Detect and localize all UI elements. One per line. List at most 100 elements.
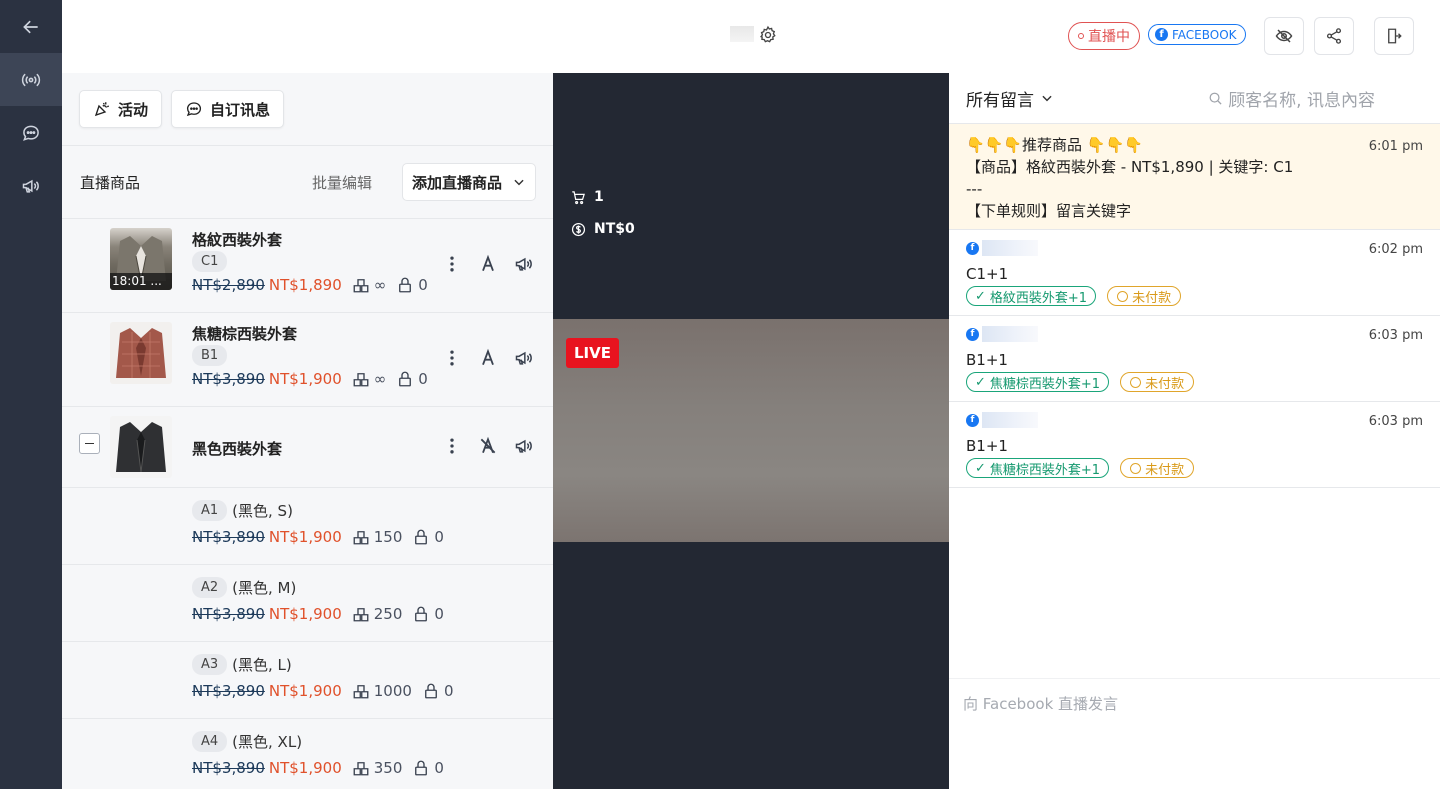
order-product-tag[interactable]: ✓ 格紋西裝外套+1 [966,286,1097,306]
product-price-line: NT$3,890 NT$1,900 ∞ 0 [192,370,428,388]
megaphone-icon[interactable] [514,436,534,456]
variant-row[interactable]: A1 (黑色, S) NT$3,890 NT$1,900 150 0 [62,488,553,565]
product-name: 焦糖棕西裝外套 [192,325,298,343]
text-font-off-icon[interactable] [478,436,498,456]
hide-button[interactable] [1264,17,1304,55]
search-icon [1209,92,1222,105]
pending-circle-icon [1130,376,1142,388]
author-name-redacted [982,240,1038,256]
order-product-tag[interactable]: ✓ 焦糖棕西裝外套+1 [966,372,1110,392]
order-product-label: 焦糖棕西裝外套+1 [989,376,1101,392]
variant-price-line: NT$3,890 NT$1,900 250 0 [192,605,444,623]
composer-placeholder: 向 Facebook 直播发言 [963,695,1119,713]
rail-chat-tab[interactable] [0,106,62,159]
more-vertical-icon[interactable] [442,436,462,456]
comment-time: 6:03 pm [1368,414,1423,429]
comment-filter-dropdown[interactable]: 所有留言 [966,86,1208,111]
comment-time: 6:03 pm [1368,328,1423,343]
add-product-label: 添加直播商品 [411,173,502,192]
live-status-label: 直播中 [1088,29,1130,45]
payment-status-tag[interactable]: 未付款 [1107,286,1182,306]
rail-broadcast-tab[interactable] [0,159,62,212]
activity-button[interactable]: 活动 [79,90,163,128]
lock-icon [415,606,428,622]
add-product-button[interactable]: 添加直播商品 [401,163,536,201]
sale-price: NT$1,900 [268,682,342,700]
exit-door-icon [1388,28,1402,44]
rail-live-tab[interactable] [0,53,62,106]
sale-price: NT$1,900 [268,528,342,546]
variant-row[interactable]: A3 (黑色, L) NT$3,890 NT$1,900 1000 0 [62,642,553,719]
comment-search-input[interactable]: 顾客名称, 讯息內容 [1208,86,1375,111]
product-name: 格紋西裝外套 [192,231,283,249]
bulk-edit-link[interactable]: 批量编辑 [312,172,372,193]
comment-item[interactable]: 6:02 pm f C1+1 ✓ 格紋西裝外套+1 未付款 [949,230,1440,316]
stock-count: ∞ [373,370,387,388]
stock-count: 150 [373,528,403,546]
variant-row[interactable]: A4 (黑色, XL) NT$3,890 NT$1,900 350 0 [62,719,553,789]
custom-message-button[interactable]: 自订讯息 [171,90,285,128]
exit-button[interactable] [1374,17,1414,55]
stream-title-redacted [730,26,754,42]
minus-icon [85,442,94,445]
back-arrow-icon [23,20,38,33]
author-name-redacted [982,326,1038,342]
stock-boxes-icon [353,685,369,699]
megaphone-icon[interactable] [514,348,534,368]
product-name: 黑色西裝外套 [192,440,283,458]
text-font-icon[interactable] [478,348,498,368]
original-price: NT$3,890 [192,605,265,623]
pinned-line: --- [966,180,983,198]
pinned-line: 【下单规则】留言关键字 [966,202,1132,220]
more-vertical-icon[interactable] [442,254,462,274]
text-font-icon[interactable] [478,254,498,274]
pinned-comment[interactable]: 6:01 pm 👇👇👇推荐商品 👇👇👇 【商品】格紋西裝外套 - NT$1,89… [949,124,1440,230]
lock-icon [425,683,437,699]
variant-row[interactable]: A2 (黑色, M) NT$3,890 NT$1,900 250 0 [62,565,553,642]
cart-count: 1 [594,189,604,205]
megaphone-icon [22,179,39,193]
payment-status-label: 未付款 [1132,290,1172,306]
product-code-chip: C1 [192,251,228,272]
payment-status-tag[interactable]: 未付款 [1120,458,1195,478]
cart-count-stat: 1 [571,189,604,205]
gear-icon[interactable] [758,25,778,45]
comment-item[interactable]: 6:03 pm f B1+1 ✓ 焦糖棕西裝外套+1 未付款 [949,316,1440,402]
locked-count: 0 [443,682,454,700]
live-comment-composer[interactable]: 向 Facebook 直播发言 [949,678,1440,789]
variant-spec: (黑色, XL) [232,733,303,751]
comment-text: B1+1 [966,351,1008,369]
megaphone-icon[interactable] [514,254,534,274]
variant-code-chip: A4 [192,731,228,752]
locked-count: 0 [434,605,444,623]
payment-status-tag[interactable]: 未付款 [1120,372,1195,392]
comment-tags: ✓ 焦糖棕西裝外套+1 未付款 [966,372,1423,392]
collapse-toggle[interactable] [79,433,100,454]
live-video-area: 1 NT$0 LIVE [553,73,949,789]
party-popper-icon [94,102,110,117]
check-icon: ✓ [975,288,986,304]
product-row-actions [442,254,534,274]
product-price-line: NT$2,890 NT$1,890 ∞ 0 [192,276,428,294]
product-row[interactable]: 焦糖棕西裝外套 B1 NT$3,890 NT$1,900 ∞ 0 [62,313,553,407]
share-button[interactable] [1314,17,1354,55]
variant-price-line: NT$3,890 NT$1,900 1000 0 [192,682,453,700]
product-row[interactable]: 黑色西裝外套 [62,407,553,488]
back-button[interactable] [0,0,62,53]
facebook-platform-badge: f FACEBOOK [1148,24,1246,45]
jacket-image [116,422,166,473]
camera-feed: LIVE [553,319,949,542]
product-row[interactable]: 18:01 ... 格紋西裝外套 C1 NT$2,890 NT$1,890 ∞ … [62,219,553,313]
facebook-icon: f [966,241,979,255]
more-vertical-icon[interactable] [442,348,462,368]
order-product-tag[interactable]: ✓ 焦糖棕西裝外套+1 [966,458,1110,478]
pinned-line: 【商品】格紋西裝外套 - NT$1,890 | 关键字: C1 [966,158,1294,176]
facebook-icon: f [1155,28,1168,41]
facebook-icon: f [966,413,979,427]
comment-item[interactable]: 6:03 pm f B1+1 ✓ 焦糖棕西裝外套+1 未付款 [949,402,1440,488]
original-price: NT$3,890 [192,682,265,700]
pending-circle-icon [1130,462,1142,474]
product-panel: 活动 自订讯息 直播商品 批量编辑 添加直播商品 18:01 ... 格紋西裝外… [62,73,553,789]
custom-message-label: 自订讯息 [210,100,271,119]
variant-header: A2 (黑色, M) [192,577,296,598]
